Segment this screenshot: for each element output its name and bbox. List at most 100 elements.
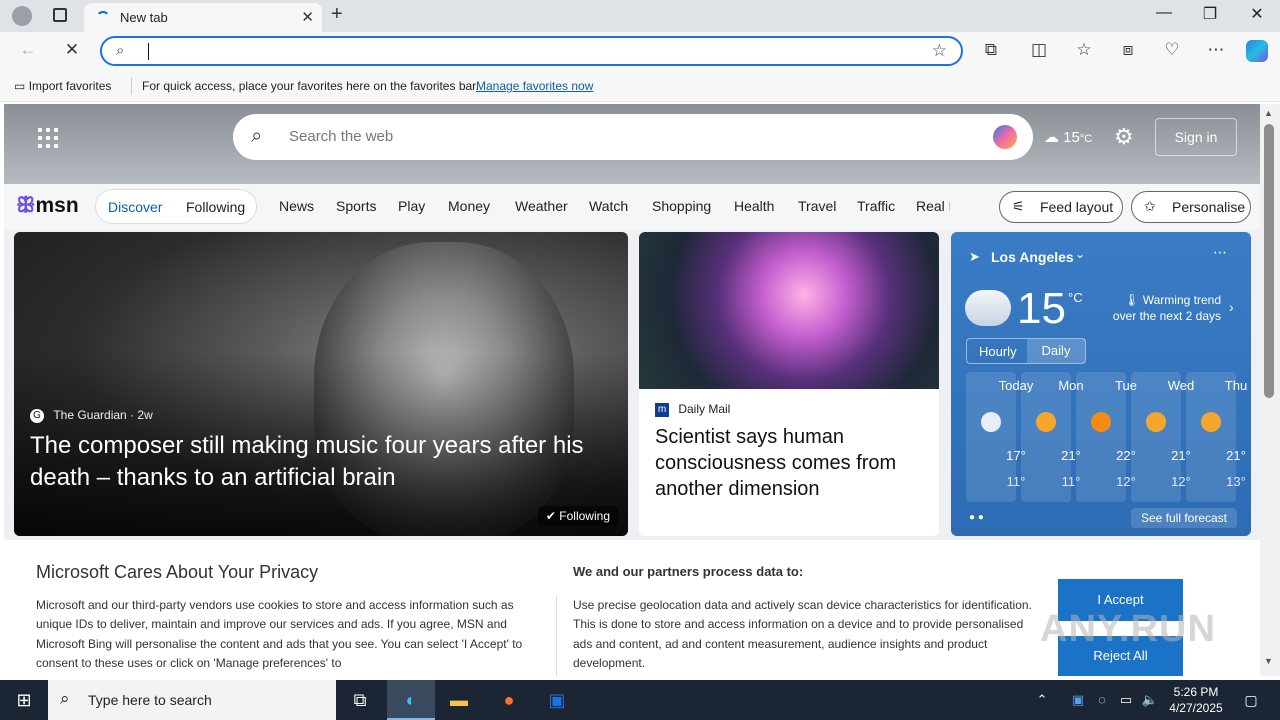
taskbar-search-placeholder: Type here to search xyxy=(88,692,212,708)
task-view-icon[interactable]: ⧉ xyxy=(336,680,384,720)
temp-unit: °C xyxy=(1068,290,1083,305)
restore-button[interactable]: ❐ xyxy=(1187,4,1233,24)
stop-loading-button[interactable]: ✕ xyxy=(60,40,84,60)
more-menu-icon[interactable]: ⋯ xyxy=(1204,40,1228,60)
tray-app-icon[interactable]: ◌ xyxy=(1090,680,1114,720)
import-favorites-button[interactable]: ▭ Import favorites xyxy=(14,79,111,93)
outlook-tray-icon[interactable]: ▣ xyxy=(1066,680,1090,720)
firefox-icon[interactable]: ● xyxy=(485,680,533,720)
close-window-button[interactable]: ✕ xyxy=(1234,4,1280,24)
partly-cloudy-icon xyxy=(981,412,1001,432)
sliders-icon: ⚟ xyxy=(1012,198,1025,214)
forecast-day[interactable]: Wed 21° 12° xyxy=(1131,372,1194,502)
watermark-logo: ANY.RUN xyxy=(1040,608,1216,650)
nav-sports[interactable]: Sports xyxy=(336,198,376,214)
file-explorer-icon[interactable]: ▬ xyxy=(435,680,483,720)
forecast-tabs: Hourly Daily xyxy=(966,338,1086,364)
forecast-day[interactable]: Thu 21° 13° xyxy=(1186,372,1247,502)
carousel-dots[interactable]: ● ● xyxy=(969,512,984,523)
copilot-search-icon[interactable] xyxy=(993,125,1017,149)
chevron-right-icon[interactable]: › xyxy=(1229,299,1234,315)
brain-image xyxy=(639,232,939,389)
nav-weather[interactable]: Weather xyxy=(515,198,568,214)
see-full-forecast-button[interactable]: See full forecast xyxy=(1130,508,1237,528)
edge-icon[interactable]: ◐ xyxy=(387,680,435,720)
address-input[interactable] xyxy=(148,43,149,60)
story-headline[interactable]: Scientist says human consciousness comes… xyxy=(655,424,925,502)
start-windows-icon[interactable]: ⊞ xyxy=(0,680,48,720)
new-tab-button[interactable]: + xyxy=(331,3,343,26)
search-placeholder: Search the web xyxy=(289,128,394,145)
story-card-brain[interactable]: m Daily Mail Scientist says human consci… xyxy=(639,232,939,536)
privacy-title: Microsoft Cares About Your Privacy xyxy=(36,562,319,582)
chevron-up-icon[interactable]: ⌃ xyxy=(1030,680,1054,720)
location-arrow-icon: ➤ xyxy=(969,249,980,264)
nav-traffic[interactable]: Traffic xyxy=(857,198,895,214)
system-clock[interactable]: 5:26 PM 4/27/2025 xyxy=(1158,684,1234,716)
tab-title: New tab xyxy=(120,10,168,25)
taskbar-search-box[interactable]: ⌕ Type here to search xyxy=(48,680,336,720)
nav-money[interactable]: Money xyxy=(448,198,490,214)
browser-essentials-icon[interactable]: ♡ xyxy=(1160,40,1184,60)
sun-cloud-icon xyxy=(1036,412,1056,432)
forecast-day[interactable]: Today 17° 11° xyxy=(966,372,1033,502)
nav-health[interactable]: Health xyxy=(734,198,774,214)
tab-new-tab[interactable]: New tab ✕ xyxy=(84,3,322,32)
close-tab-icon[interactable]: ✕ xyxy=(301,8,314,26)
notifications-icon[interactable]: ▢ xyxy=(1236,680,1266,720)
collections-icon[interactable]: ⧈ xyxy=(1116,40,1140,60)
nav-news[interactable]: News xyxy=(279,198,314,214)
minimize-button[interactable]: — xyxy=(1141,4,1187,22)
tab-daily[interactable]: Daily xyxy=(1027,339,1085,363)
weather-location[interactable]: Los Angeles xyxy=(991,249,1074,265)
scroll-down-icon[interactable]: ▼ xyxy=(1264,656,1273,666)
more-options-icon[interactable]: ⋯ xyxy=(1213,244,1227,261)
tab-actions-icon[interactable] xyxy=(53,8,67,22)
nav-play[interactable]: Play xyxy=(398,198,425,214)
outlook-icon[interactable]: ▣ xyxy=(533,680,581,720)
copilot-icon[interactable] xyxy=(1246,40,1268,62)
scroll-thumb[interactable] xyxy=(1264,124,1274,398)
manage-favorites-link[interactable]: Manage favorites now xyxy=(476,79,593,93)
back-button[interactable]: ← xyxy=(16,40,40,60)
address-bar[interactable]: ⌕ ☆ xyxy=(100,36,963,66)
extensions-icon[interactable]: ⧉ xyxy=(979,40,1003,60)
tab-hourly[interactable]: Hourly xyxy=(979,344,1017,359)
tab-discover[interactable]: Discover xyxy=(108,199,162,215)
privacy-body: Microsoft and our third-party vendors us… xyxy=(36,598,523,671)
favorites-bar: ▭ Import favorites For quick access, pla… xyxy=(0,70,1280,102)
cloud-sun-icon: ☁ xyxy=(1044,129,1059,146)
sun-icon xyxy=(1091,412,1111,432)
web-search-box[interactable]: ⌕ Search the web xyxy=(233,114,1033,160)
check-icon: ✔ xyxy=(545,509,556,523)
nav-travel[interactable]: Travel xyxy=(798,198,836,214)
chevron-down-icon[interactable]: ⌄ xyxy=(1075,247,1085,261)
weather-trend[interactable]: 🌡 Warming trend over the next 2 days xyxy=(1111,292,1221,324)
forecast-day[interactable]: Mon 21° 11° xyxy=(1021,372,1084,502)
msn-logo[interactable]: ꕥmsn xyxy=(16,194,79,218)
top-story-card[interactable]: G The Guardian · 2w The composer still m… xyxy=(14,232,628,536)
split-screen-icon[interactable]: ◫ xyxy=(1027,40,1051,60)
feed-layout-button[interactable]: ⚟ Feed layout xyxy=(999,191,1123,223)
header-weather[interactable]: ☁ 15°C xyxy=(1044,128,1092,146)
nav-shopping[interactable]: Shopping xyxy=(652,198,711,214)
personalise-button[interactable]: ✩ Personalise xyxy=(1131,191,1251,223)
guardian-logo-icon: G xyxy=(30,408,44,423)
sign-in-button[interactable]: Sign in xyxy=(1155,118,1237,156)
story-headline[interactable]: The composer still making music four yea… xyxy=(30,430,620,494)
nav-real-estate[interactable]: Real E xyxy=(916,198,950,214)
favorites-icon[interactable]: ☆ xyxy=(1072,40,1096,60)
scroll-up-icon[interactable]: ▲ xyxy=(1264,108,1273,118)
nav-watch[interactable]: Watch xyxy=(589,198,628,214)
page-scrollbar[interactable]: ▲ ▼ xyxy=(1260,104,1280,676)
forecast-day[interactable]: Tue 22° 12° xyxy=(1076,372,1137,502)
msn-nav-bar: ꕥmsn Discover Following News Sports Play… xyxy=(4,184,1260,230)
app-launcher-icon[interactable] xyxy=(38,128,58,148)
network-icon[interactable]: ▭ xyxy=(1114,680,1138,720)
settings-gear-icon[interactable]: ⚙ xyxy=(1114,124,1134,150)
tab-following[interactable]: Following xyxy=(186,199,245,215)
favorite-star-icon[interactable]: ☆ xyxy=(932,41,947,61)
profile-icon[interactable] xyxy=(12,6,32,26)
following-badge[interactable]: ✔ Following xyxy=(537,506,618,526)
import-icon: ▭ xyxy=(14,79,26,93)
